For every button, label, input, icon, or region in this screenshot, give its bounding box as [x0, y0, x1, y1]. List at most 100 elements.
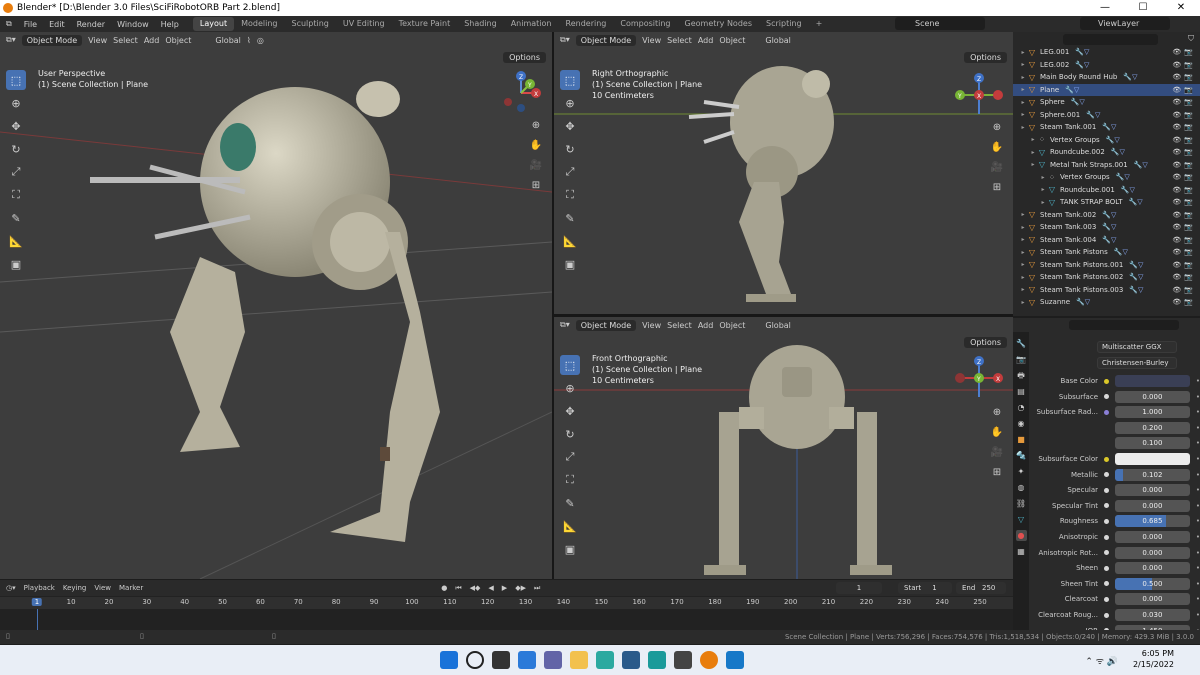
- menu-object[interactable]: Object: [719, 321, 745, 330]
- keyframe-dot-icon[interactable]: •: [1196, 455, 1200, 463]
- add-workspace-icon[interactable]: +: [809, 17, 830, 31]
- outliner-row[interactable]: ▸ ▽ LEG.002 🔧▽ 👁📷: [1013, 59, 1200, 72]
- editor-type-icon[interactable]: ⧉▾: [560, 35, 570, 45]
- outliner-row[interactable]: ▸ ▽ Steam Tank.003 🔧▽ 👁📷: [1013, 221, 1200, 234]
- tab-animation[interactable]: Animation: [504, 17, 559, 31]
- options-button[interactable]: Options: [503, 52, 546, 63]
- grid-icon[interactable]: ⊞: [989, 182, 1005, 198]
- keyframe-dot-icon[interactable]: •: [1196, 517, 1200, 525]
- outliner-row[interactable]: ▸ ▽ Steam Tank.001 🔧▽ 👁📷: [1013, 121, 1200, 134]
- rotate-tool-icon[interactable]: ↻: [6, 139, 26, 159]
- move-tool-icon[interactable]: ✥: [6, 116, 26, 136]
- zoom-icon[interactable]: ⊕: [528, 120, 544, 136]
- expand-arrow-icon[interactable]: ▸: [1039, 199, 1047, 206]
- visibility-toggle-icon[interactable]: 👁📷: [1172, 186, 1196, 194]
- menu-view[interactable]: View: [94, 584, 111, 592]
- prev-key-icon[interactable]: ◀◆: [470, 584, 481, 592]
- outliner-row[interactable]: ▸ ▽ TANK STRAP BOLT 🔧▽ 👁📷: [1013, 196, 1200, 209]
- subsurface-method-dropdown[interactable]: Christensen-Burley: [1097, 357, 1177, 369]
- zoom-icon[interactable]: ⊕: [989, 122, 1005, 138]
- visibility-toggle-icon[interactable]: 👁📷: [1172, 111, 1196, 119]
- orientation-dropdown[interactable]: Global: [765, 321, 791, 330]
- next-key-icon[interactable]: ◆▶: [515, 584, 526, 592]
- browser-icon[interactable]: [648, 651, 666, 669]
- add-cube-tool-icon[interactable]: ▣: [560, 539, 580, 559]
- system-tray-icons[interactable]: ⌃ ᯤ 🔊: [1085, 654, 1118, 667]
- visibility-toggle-icon[interactable]: 👁📷: [1172, 98, 1196, 106]
- socket-dot-icon[interactable]: [1104, 518, 1109, 524]
- taskbar-clock[interactable]: 6:05 PM 2/15/2022: [1133, 648, 1174, 670]
- visibility-toggle-icon[interactable]: 👁📷: [1172, 73, 1196, 81]
- widgets-icon[interactable]: [518, 651, 536, 669]
- output-tab-icon[interactable]: 🖶: [1016, 370, 1027, 381]
- modifier-tab-icon[interactable]: 🔩: [1016, 450, 1027, 461]
- store-icon[interactable]: [622, 651, 640, 669]
- expand-arrow-icon[interactable]: ▸: [1019, 74, 1027, 81]
- tab-sculpting[interactable]: Sculpting: [284, 17, 335, 31]
- chat-icon[interactable]: [544, 651, 562, 669]
- world-tab-icon[interactable]: ◉: [1016, 418, 1027, 429]
- object-mode-dropdown[interactable]: Object Mode: [575, 34, 637, 46]
- menu-object[interactable]: Object: [165, 36, 191, 45]
- socket-dot-icon[interactable]: [1104, 581, 1109, 587]
- menu-select[interactable]: Select: [113, 36, 138, 45]
- keyframe-dot-icon[interactable]: •: [1196, 533, 1200, 541]
- start-frame-field[interactable]: Start 1: [898, 582, 952, 594]
- visibility-toggle-icon[interactable]: 👁📷: [1172, 123, 1196, 131]
- socket-dot-icon[interactable]: [1104, 612, 1109, 618]
- expand-arrow-icon[interactable]: ▸: [1019, 274, 1027, 281]
- measure-tool-icon[interactable]: 📐: [560, 516, 580, 536]
- property-value-field[interactable]: 0.000: [1114, 499, 1190, 512]
- outliner-row[interactable]: ▸ ▽ Roundcube.002 🔧▽ 👁📷: [1013, 146, 1200, 159]
- expand-arrow-icon[interactable]: ▸: [1039, 174, 1047, 181]
- tab-layout[interactable]: Layout: [192, 17, 235, 31]
- object-mode-dropdown[interactable]: Object Mode: [21, 34, 83, 46]
- editor-type-icon[interactable]: ⧉: [0, 19, 18, 29]
- visibility-toggle-icon[interactable]: 👁📷: [1172, 86, 1196, 94]
- measure-tool-icon[interactable]: 📐: [560, 231, 580, 251]
- visibility-toggle-icon[interactable]: 👁📷: [1172, 198, 1196, 206]
- outliner-row[interactable]: ▸ ▽ Main Body Round Hub 🔧▽ 👁📷: [1013, 71, 1200, 84]
- constraints-tab-icon[interactable]: ⛓: [1016, 498, 1027, 509]
- orientation-dropdown[interactable]: Global: [765, 36, 791, 45]
- expand-arrow-icon[interactable]: ▸: [1019, 299, 1027, 306]
- options-button[interactable]: Options: [964, 337, 1007, 348]
- property-value-field[interactable]: [1114, 375, 1190, 387]
- start-menu-icon[interactable]: [440, 651, 458, 669]
- minimize-button[interactable]: —: [1086, 0, 1124, 16]
- keyframe-dot-icon[interactable]: •: [1196, 595, 1200, 603]
- navigation-gizmo[interactable]: Z X Y: [954, 355, 1004, 401]
- scale-tool-icon[interactable]: ⤢: [560, 162, 580, 182]
- socket-dot-icon[interactable]: [1104, 550, 1109, 556]
- menu-add[interactable]: Add: [144, 36, 160, 45]
- scale-tool-icon[interactable]: ⤢: [560, 447, 580, 467]
- snap-icon[interactable]: ⌇: [247, 36, 251, 45]
- expand-arrow-icon[interactable]: ▸: [1019, 286, 1027, 293]
- outliner-row[interactable]: ▸ ⁘ Vertex Groups 🔧▽ 👁📷: [1013, 134, 1200, 147]
- visibility-toggle-icon[interactable]: 👁📷: [1172, 286, 1196, 294]
- visibility-toggle-icon[interactable]: 👁📷: [1172, 161, 1196, 169]
- outliner-search-input[interactable]: [1063, 33, 1158, 45]
- physics-tab-icon[interactable]: ◍: [1016, 482, 1027, 493]
- menu-help[interactable]: Help: [155, 20, 185, 29]
- property-value-field[interactable]: 0.500: [1114, 577, 1190, 590]
- property-value-field[interactable]: 0.000: [1114, 562, 1190, 575]
- transform-tool-icon[interactable]: ⛶: [560, 470, 580, 490]
- visibility-toggle-icon[interactable]: 👁📷: [1172, 173, 1196, 181]
- menu-keying[interactable]: Keying: [63, 584, 87, 592]
- menu-view[interactable]: View: [88, 36, 107, 45]
- outliner-row[interactable]: ▸ ⁘ Vertex Groups 🔧▽ 👁📷: [1013, 171, 1200, 184]
- cursor-tool-icon[interactable]: ⊕: [560, 93, 580, 113]
- property-value-field[interactable]: 0.685: [1114, 515, 1190, 528]
- socket-dot-icon[interactable]: [1104, 565, 1109, 571]
- distribution-dropdown[interactable]: Multiscatter GGX: [1097, 341, 1177, 353]
- expand-arrow-icon[interactable]: ▸: [1019, 61, 1027, 68]
- menu-render[interactable]: Render: [71, 20, 111, 29]
- navigation-gizmo[interactable]: Z X Y: [954, 72, 1004, 118]
- keyframe-dot-icon[interactable]: •: [1196, 502, 1200, 510]
- viewport-perspective[interactable]: ⧉▾ Object Mode View Select Add Object Gl…: [0, 32, 552, 579]
- expand-arrow-icon[interactable]: ▸: [1019, 99, 1027, 106]
- socket-dot-icon[interactable]: [1104, 378, 1109, 384]
- properties-search-input[interactable]: [1069, 320, 1179, 330]
- current-frame-field[interactable]: 1: [836, 582, 882, 594]
